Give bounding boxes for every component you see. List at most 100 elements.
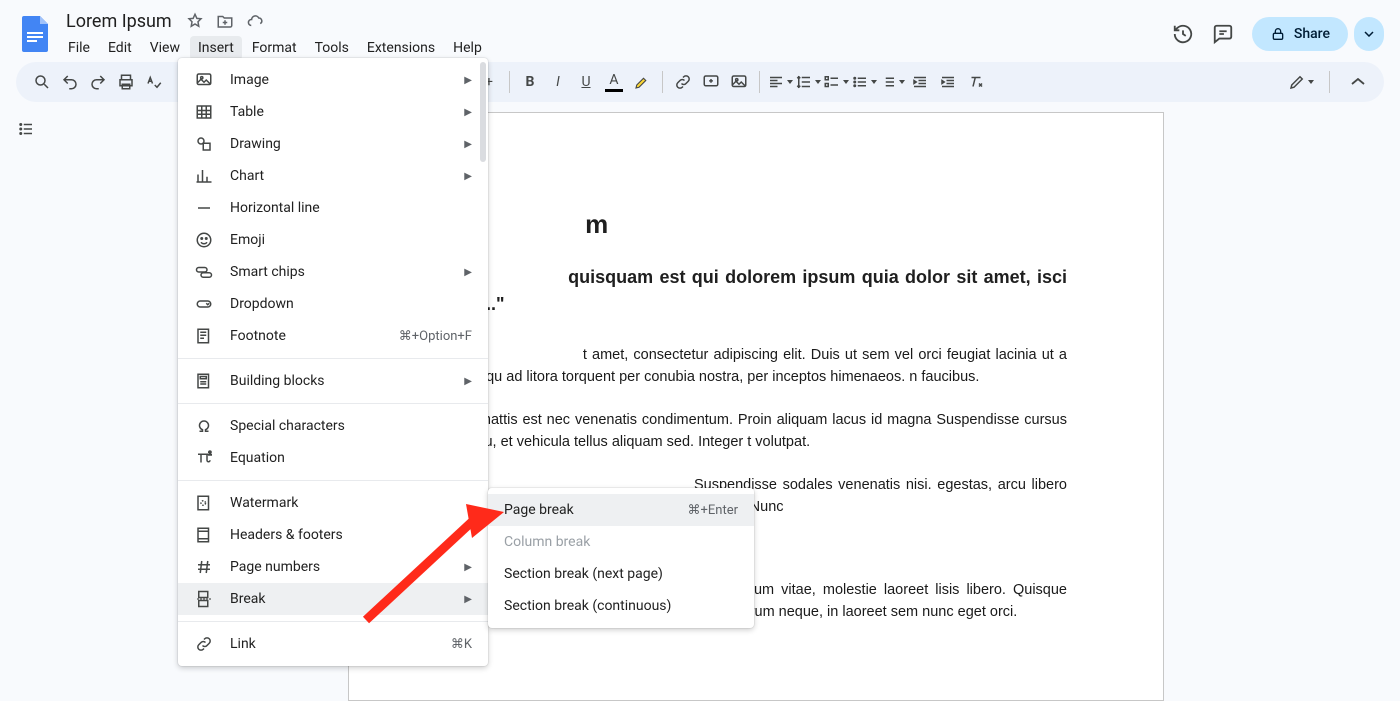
share-dropdown[interactable] <box>1354 17 1384 51</box>
drawing-icon <box>194 135 214 153</box>
star-icon[interactable] <box>186 12 204 30</box>
submenu-arrow-icon: ▶ <box>464 75 472 86</box>
doc-quote[interactable]: "Neque porro quisquam est qui dolorem ip… <box>445 264 1067 318</box>
blocks-icon <box>194 372 214 390</box>
menu-label: Section break (continuous) <box>504 598 738 614</box>
menu-file[interactable]: File <box>60 36 98 60</box>
lock-icon <box>1270 26 1286 42</box>
undo-button[interactable] <box>56 68 84 96</box>
menu-label: Drawing <box>230 136 464 152</box>
insert-chart[interactable]: Chart▶ <box>178 160 488 192</box>
collapse-toolbar-button[interactable] <box>1344 68 1372 96</box>
insert-dropdown: Image▶Table▶Drawing▶Chart▶Horizontal lin… <box>178 58 488 666</box>
menu-label: Section break (next page) <box>504 566 738 582</box>
menu-label: Equation <box>230 450 472 466</box>
menu-label: Page numbers <box>230 559 464 575</box>
menu-label: Horizontal line <box>230 200 472 216</box>
menu-help[interactable]: Help <box>445 36 490 60</box>
indent-increase-button[interactable] <box>934 68 962 96</box>
insert-building-blocks[interactable]: Building blocks▶ <box>178 365 488 397</box>
menu-extensions[interactable]: Extensions <box>359 36 443 60</box>
spellcheck-button[interactable] <box>140 68 168 96</box>
menu-label: Building blocks <box>230 373 464 389</box>
insert-table[interactable]: Table▶ <box>178 96 488 128</box>
text-color-button[interactable]: A <box>600 68 628 96</box>
insert-drawing[interactable]: Drawing▶ <box>178 128 488 160</box>
link-icon <box>194 635 214 653</box>
checklist-button[interactable] <box>822 68 850 96</box>
footnote-icon <box>194 327 214 345</box>
insert-watermark[interactable]: Watermark <box>178 487 488 519</box>
editing-mode-button[interactable] <box>1287 68 1315 96</box>
insert-dropdown[interactable]: Dropdown <box>178 288 488 320</box>
align-button[interactable] <box>766 68 794 96</box>
break-column-break: Column break <box>488 526 754 558</box>
insert-link-button[interactable] <box>669 68 697 96</box>
insert-image[interactable]: Image▶ <box>178 64 488 96</box>
doc-title[interactable]: Lorem Ipsum <box>60 9 178 34</box>
menu-label: Emoji <box>230 232 472 248</box>
indent-decrease-button[interactable] <box>906 68 934 96</box>
menu-label: Headers & footers <box>230 527 472 543</box>
break-icon <box>194 590 214 608</box>
doc-para-1[interactable]: Lorem ipsum dolor sit amet, consectetur … <box>445 344 1067 389</box>
menu-label: Watermark <box>230 495 472 511</box>
add-comment-button[interactable] <box>697 68 725 96</box>
clear-formatting-button[interactable] <box>962 68 990 96</box>
comment-icon[interactable] <box>1212 23 1234 45</box>
chart-icon <box>194 167 214 185</box>
break-page-break[interactable]: Page break⌘+Enter <box>488 494 754 526</box>
insert-link[interactable]: Link⌘K <box>178 628 488 660</box>
header: Lorem Ipsum File Edit View Insert Format… <box>0 0 1400 62</box>
menu-edit[interactable]: Edit <box>100 36 140 60</box>
bulleted-list-button[interactable] <box>850 68 878 96</box>
share-button[interactable]: Share <box>1252 17 1348 51</box>
underline-button[interactable]: U <box>572 68 600 96</box>
chips-icon <box>194 263 214 281</box>
menu-insert[interactable]: Insert <box>190 36 242 60</box>
italic-button[interactable]: I <box>544 68 572 96</box>
bold-button[interactable]: B <box>516 68 544 96</box>
insert-horizontal-line[interactable]: Horizontal line <box>178 192 488 224</box>
menu-view[interactable]: View <box>142 36 188 60</box>
dropdown-icon <box>194 295 214 313</box>
share-label: Share <box>1294 26 1330 42</box>
docs-logo[interactable] <box>16 14 56 54</box>
break-submenu: Page break⌘+EnterColumn break Section bre… <box>488 488 754 628</box>
shortcut: ⌘+Enter <box>688 503 739 518</box>
insert-headers-footers[interactable]: Headers & footers <box>178 519 488 551</box>
insert-equation[interactable]: 2Equation <box>178 442 488 474</box>
doc-heading[interactable]: Lorem Ipsum <box>445 209 1067 240</box>
insert-break[interactable]: Break▶ <box>178 583 488 615</box>
break-section-break-continuous-[interactable]: Section break (continuous) <box>488 590 754 622</box>
insert-special-characters[interactable]: Special characters <box>178 410 488 442</box>
submenu-arrow-icon: ▶ <box>464 562 472 573</box>
line-spacing-button[interactable] <box>794 68 822 96</box>
numbered-list-button[interactable] <box>878 68 906 96</box>
hash-icon <box>194 558 214 576</box>
insert-image-button[interactable] <box>725 68 753 96</box>
history-icon[interactable] <box>1172 23 1194 45</box>
redo-button[interactable] <box>84 68 112 96</box>
insert-emoji[interactable]: Emoji <box>178 224 488 256</box>
cloud-icon[interactable] <box>246 12 264 30</box>
watermark-icon <box>194 494 214 512</box>
menu-label: Special characters <box>230 418 472 434</box>
break-section-break-next-page-[interactable]: Section break (next page) <box>488 558 754 590</box>
print-button[interactable] <box>112 68 140 96</box>
insert-page-numbers[interactable]: Page numbers▶ <box>178 551 488 583</box>
insert-smart-chips[interactable]: Smart chips▶ <box>178 256 488 288</box>
search-menus-button[interactable] <box>28 68 56 96</box>
shortcut: ⌘K <box>451 637 472 652</box>
menu-format[interactable]: Format <box>244 36 305 60</box>
hf-icon <box>194 526 214 544</box>
menu-label: Image <box>230 72 464 88</box>
image-icon <box>194 71 214 89</box>
move-icon[interactable] <box>216 12 234 30</box>
menu-label: Break <box>230 591 464 607</box>
omega-icon <box>194 417 214 435</box>
insert-footnote[interactable]: Footnote⌘+Option+F <box>178 320 488 352</box>
doc-para-2[interactable]: Duis mattis est nec venenatis condimentu… <box>445 409 1067 454</box>
menu-tools[interactable]: Tools <box>307 36 357 60</box>
highlight-button[interactable] <box>628 68 656 96</box>
